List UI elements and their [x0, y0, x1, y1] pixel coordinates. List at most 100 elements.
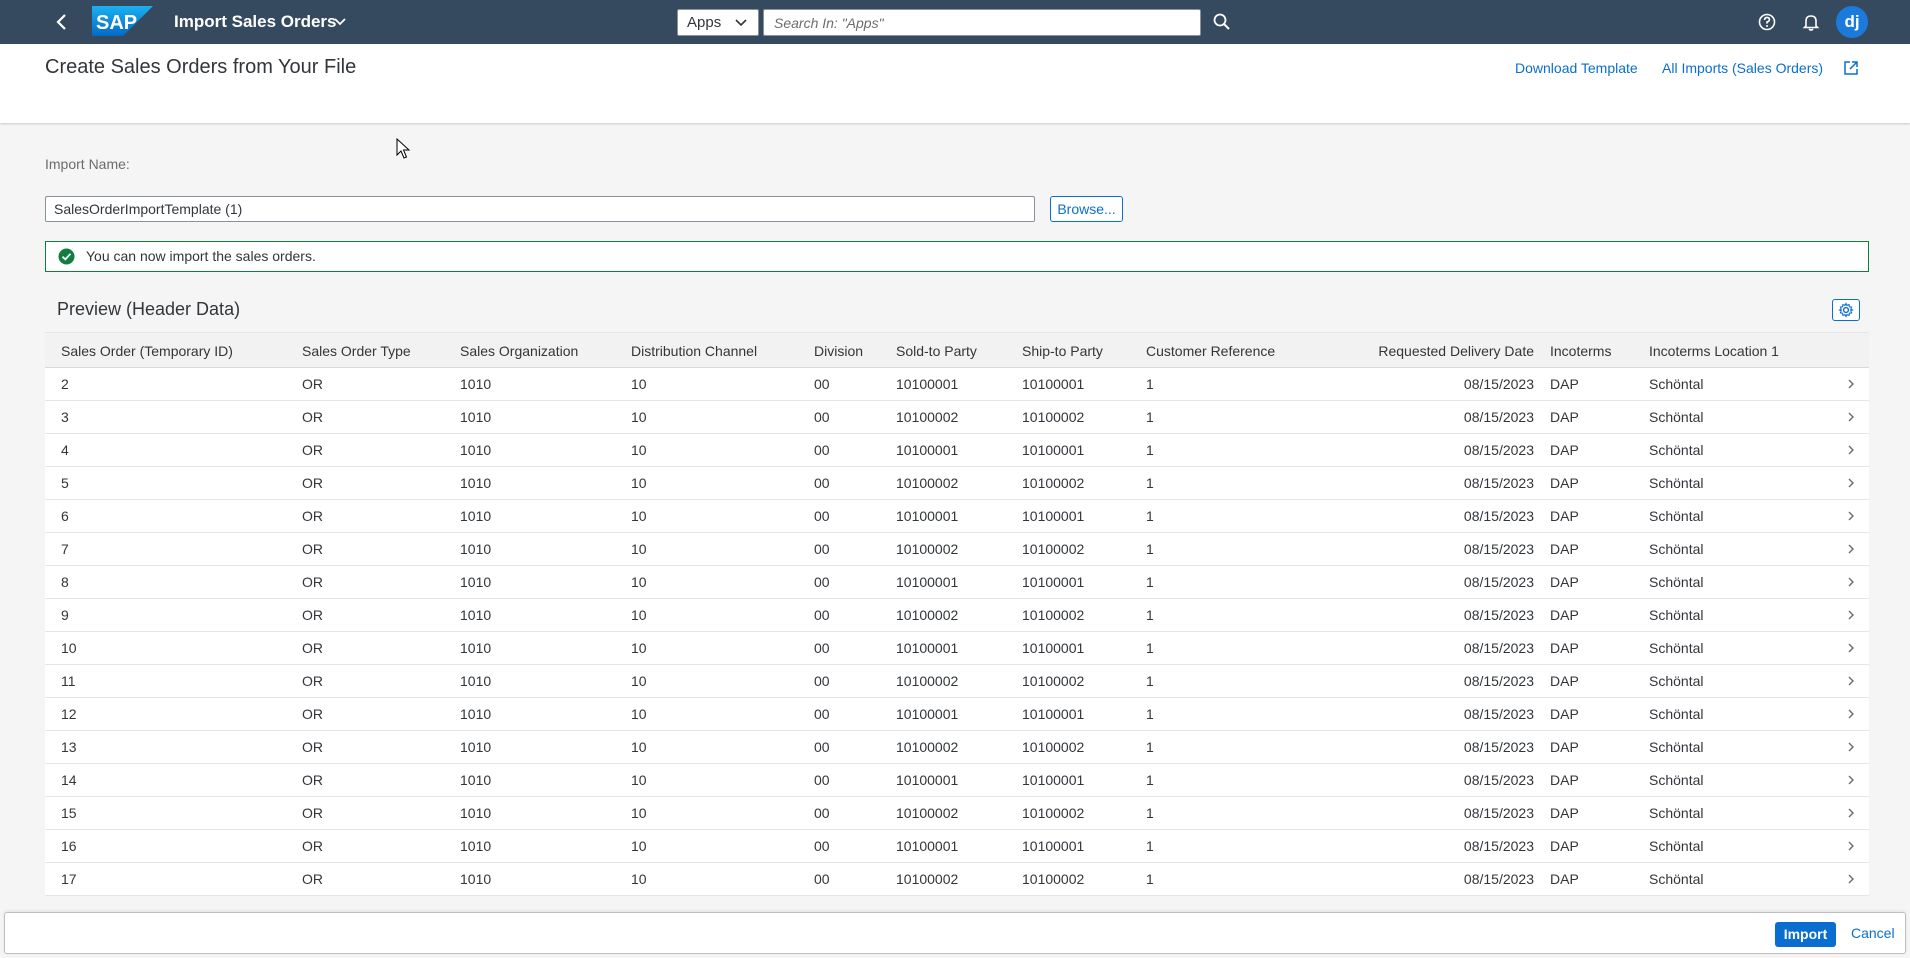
table-cell: Schöntal	[1649, 871, 1704, 887]
column-header[interactable]: Incoterms Location 1	[1649, 343, 1779, 359]
chevron-right-icon[interactable]	[1845, 444, 1857, 456]
table-cell: 10	[631, 805, 647, 821]
column-header[interactable]: Customer Reference	[1146, 343, 1275, 359]
table-cell: 1010	[460, 574, 492, 590]
table-row[interactable]: 8 OR 1010 10 00 10100001 10100001 1 08/15/2023 DA…	[45, 566, 1869, 599]
table-row[interactable]: 12 OR 1010 10 00 10100001 10100001 1 08/15/2023 D…	[45, 698, 1869, 731]
table-cell: 10	[631, 409, 647, 425]
table-cell: 10	[631, 871, 647, 887]
table-cell: 1	[1146, 871, 1154, 887]
table-cell: 1010	[460, 607, 492, 623]
back-icon[interactable]	[50, 10, 74, 34]
table-cell: OR	[302, 541, 323, 557]
table-cell: Schöntal	[1649, 475, 1704, 491]
help-icon[interactable]	[1756, 11, 1778, 33]
table-row[interactable]: 9 OR 1010 10 00 10100002 10100002 1 08/15/2023 DA…	[45, 599, 1869, 632]
table-cell: OR	[302, 739, 323, 755]
column-header[interactable]: Ship-to Party	[1022, 343, 1103, 359]
table-row[interactable]: 15 OR 1010 10 00 10100002 10100002 1 08/15/2023 D…	[45, 797, 1869, 830]
chevron-right-icon[interactable]	[1845, 741, 1857, 753]
table-row[interactable]: 5 OR 1010 10 00 10100002 10100002 1 08/15/2023 DA…	[45, 467, 1869, 500]
table-row[interactable]: 11 OR 1010 10 00 10100002 10100002 1 08/15/2023 D…	[45, 665, 1869, 698]
app-title[interactable]: Import Sales Orders	[174, 12, 337, 32]
column-header[interactable]: Incoterms	[1550, 343, 1611, 359]
column-header[interactable]: Sales Order Type	[302, 343, 411, 359]
table-row[interactable]: 16 OR 1010 10 00 10100001 10100001 1 08/15/2023 D…	[45, 830, 1869, 863]
table-row[interactable]: 13 OR 1010 10 00 10100002 10100002 1 08/15/2023 D…	[45, 731, 1869, 764]
search-input[interactable]: Search In: "Apps"	[763, 9, 1201, 36]
chevron-right-icon[interactable]	[1845, 642, 1857, 654]
chevron-right-icon[interactable]	[1845, 543, 1857, 555]
chevron-right-icon[interactable]	[1845, 411, 1857, 423]
table-cell: 10100002	[1022, 607, 1085, 623]
table-cell: 11	[61, 673, 76, 689]
column-header[interactable]: Requested Delivery Date	[1378, 343, 1534, 359]
column-header[interactable]: Sales Order (Temporary ID)	[61, 343, 233, 359]
avatar[interactable]: dj	[1836, 6, 1868, 38]
table-cell: DAP	[1550, 409, 1579, 425]
table-cell: Schöntal	[1649, 508, 1704, 524]
table-cell: 1010	[460, 541, 492, 557]
table-cell: 15	[61, 805, 77, 821]
table-cell: Schöntal	[1649, 541, 1704, 557]
table-row[interactable]: 17 OR 1010 10 00 10100002 10100002 1 08/15/2023 D…	[45, 863, 1869, 896]
column-header[interactable]: Sold-to Party	[896, 343, 977, 359]
table-cell: OR	[302, 871, 323, 887]
chevron-right-icon[interactable]	[1845, 774, 1857, 786]
chevron-right-icon[interactable]	[1845, 576, 1857, 588]
table-cell: 10	[631, 475, 647, 491]
external-link-icon[interactable]	[1842, 59, 1860, 77]
table-cell: 10100001	[1022, 772, 1085, 788]
bell-icon[interactable]	[1800, 11, 1822, 33]
table-cell: 2	[61, 376, 69, 392]
table-row[interactable]: 3 OR 1010 10 00 10100002 10100002 1 08/15/2023 DA…	[45, 401, 1869, 434]
table-cell: 1010	[460, 871, 492, 887]
table-cell: 00	[814, 442, 830, 458]
table-row[interactable]: 14 OR 1010 10 00 10100001 10100001 1 08/15/2023 D…	[45, 764, 1869, 797]
table-row[interactable]: 2 OR 1010 10 00 10100001 10100001 1 08/15/2023 DA…	[45, 368, 1869, 401]
chevron-right-icon[interactable]	[1845, 840, 1857, 852]
chevron-right-icon[interactable]	[1845, 378, 1857, 390]
table-cell: 1	[1146, 805, 1154, 821]
table-cell: 00	[814, 739, 830, 755]
table-cell: 10100001	[896, 706, 959, 722]
table-cell: 00	[814, 640, 830, 656]
chevron-right-icon[interactable]	[1845, 609, 1857, 621]
sap-logo[interactable]: SAP	[92, 6, 153, 36]
import-name-input[interactable]: SalesOrderImportTemplate (1)	[45, 196, 1035, 222]
table-cell: DAP	[1550, 871, 1579, 887]
table-settings-button[interactable]	[1832, 299, 1860, 321]
table-row[interactable]: 7 OR 1010 10 00 10100002 10100002 1 08/15/2023 DA…	[45, 533, 1869, 566]
column-header[interactable]: Division	[814, 343, 863, 359]
browse-button[interactable]: Browse...	[1050, 196, 1123, 222]
column-header[interactable]: Distribution Channel	[631, 343, 757, 359]
chevron-right-icon[interactable]	[1845, 873, 1857, 885]
search-scope-select[interactable]: Apps	[677, 9, 759, 36]
table-cell: 00	[814, 574, 830, 590]
table-row[interactable]: 6 OR 1010 10 00 10100001 10100001 1 08/15/2023 DA…	[45, 500, 1869, 533]
table-cell: 08/15/2023	[1463, 574, 1534, 590]
table-cell: 08/15/2023	[1463, 805, 1534, 821]
table-row[interactable]: 4 OR 1010 10 00 10100001 10100001 1 08/15/2023 DA…	[45, 434, 1869, 467]
table-cell: 08/15/2023	[1463, 640, 1534, 656]
search-icon[interactable]	[1211, 11, 1233, 33]
chevron-right-icon[interactable]	[1845, 807, 1857, 819]
chevron-right-icon[interactable]	[1845, 675, 1857, 687]
all-imports-link[interactable]: All Imports (Sales Orders)	[1662, 60, 1823, 76]
table-cell: DAP	[1550, 376, 1579, 392]
column-header[interactable]: Sales Organization	[460, 343, 578, 359]
table-cell: OR	[302, 838, 323, 854]
table-cell: Schöntal	[1649, 805, 1704, 821]
chevron-right-icon[interactable]	[1845, 510, 1857, 522]
chevron-down-icon[interactable]	[333, 15, 347, 29]
download-template-link[interactable]: Download Template	[1515, 60, 1638, 76]
chevron-right-icon[interactable]	[1845, 477, 1857, 489]
import-name-value: SalesOrderImportTemplate (1)	[54, 201, 243, 217]
cancel-button[interactable]: Cancel	[1851, 925, 1895, 941]
chevron-right-icon[interactable]	[1845, 708, 1857, 720]
import-button[interactable]: Import	[1775, 922, 1836, 947]
table-cell: 00	[814, 409, 830, 425]
table-row[interactable]: 10 OR 1010 10 00 10100001 10100001 1 08/15/2023 D…	[45, 632, 1869, 665]
table-cell: 1	[1146, 541, 1154, 557]
table-cell: 10	[631, 574, 647, 590]
